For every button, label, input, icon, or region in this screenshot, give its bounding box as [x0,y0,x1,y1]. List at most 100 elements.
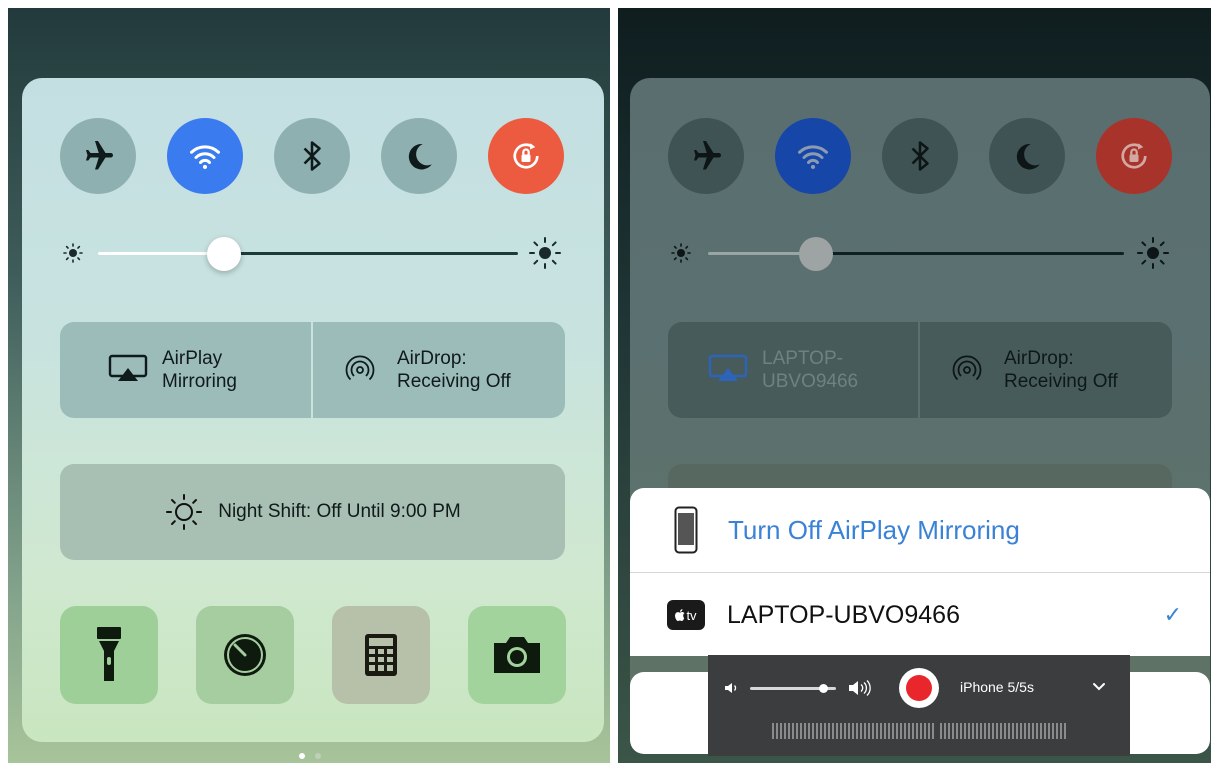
do-not-disturb-toggle[interactable] [381,118,457,194]
page-dot-active[interactable] [299,753,305,759]
brightness-low-icon [63,243,83,263]
left-control-center: AirPlay Mirroring AirDrop: Receiving Off… [8,8,610,763]
volume-knob[interactable] [819,684,828,693]
waveform-tick [824,723,826,739]
waveform-tick [1028,723,1030,739]
camera-icon [494,637,540,673]
airplane-icon [694,141,721,170]
waveform-tick [828,723,830,739]
waveform-tick [1008,723,1010,739]
waveform-tick [1000,723,1002,739]
airplay-mirroring-button[interactable]: AirPlay Mirroring [60,322,311,418]
page-dot[interactable] [315,753,321,759]
screen-recorder-toolbar: iPhone 5/5s [708,655,1130,756]
waveform-tick [968,723,970,739]
waveform-tick [1036,723,1038,739]
brightness-slider-knob[interactable] [207,237,241,271]
waveform-tick [904,723,906,739]
rotation-lock-toggle[interactable] [1096,118,1172,194]
iphone-icon [674,506,698,554]
waveform-tick [996,723,998,739]
calculator-button[interactable] [332,606,430,704]
airdrop-label-line1: AirDrop: [1004,348,1074,369]
waveform-tick [892,723,894,739]
device-row-laptop[interactable]: tv LAPTOP-UBVO9466 ✓ [630,573,1210,656]
airplay-device-line1: LAPTOP- [762,348,843,369]
waveform-tick [1004,723,1006,739]
waveform-tick [884,723,886,739]
waveform-tick [772,723,774,739]
moon-icon [408,143,432,170]
airplane-icon [86,141,113,170]
chevron-down-icon[interactable] [1092,682,1106,692]
do-not-disturb-toggle[interactable] [989,118,1065,194]
waveform-tick [932,723,934,739]
night-shift-button[interactable]: Night Shift: Off Until 9:00 PM [60,464,565,560]
brightness-slider-knob[interactable] [799,237,833,271]
wifi-icon [190,145,220,170]
wifi-toggle[interactable] [775,118,851,194]
airplane-mode-toggle[interactable] [668,118,744,194]
waveform-tick [912,723,914,739]
waveform-tick [1056,723,1058,739]
timer-button[interactable] [196,606,294,704]
waveform-tick [956,723,958,739]
brightness-high-icon [1137,237,1169,269]
waveform-tick [888,723,890,739]
waveform-tick [816,723,818,739]
waveform-tick [988,723,990,739]
control-center-card: AirPlay Mirroring AirDrop: Receiving Off… [22,78,604,742]
waveform-tick [880,723,882,739]
waveform-tick [964,723,966,739]
waveform-tick [804,723,806,739]
brightness-track-empty [816,252,1124,255]
apple-tv-badge: tv [667,600,705,630]
waveform-tick [1020,723,1022,739]
waveform-tick [776,723,778,739]
airdrop-label-line1: AirDrop: [397,348,467,369]
apple-tv-label: tv [686,607,697,623]
record-button[interactable] [899,668,939,708]
night-shift-label: Night Shift: Off Until 9:00 PM [218,501,461,522]
waveform-tick [900,723,902,739]
bluetooth-toggle[interactable] [882,118,958,194]
wifi-toggle[interactable] [167,118,243,194]
camera-button[interactable] [468,606,566,704]
waveform-tick [792,723,794,739]
airplay-mirroring-button[interactable]: LAPTOP- UBVO9466 [668,322,918,418]
turn-off-airplay-row[interactable]: Turn Off AirPlay Mirroring [630,488,1210,572]
airdrop-button[interactable]: AirDrop: Receiving Off [920,322,1172,418]
moon-icon [1016,143,1040,170]
airdrop-button[interactable]: AirDrop: Receiving Off [313,322,565,418]
waveform-tick [808,723,810,739]
waveform-tick [812,723,814,739]
flashlight-button[interactable] [60,606,158,704]
selected-checkmark-icon: ✓ [1163,602,1182,627]
waveform-tick [820,723,822,739]
airplay-device-line2: UBVO9466 [762,371,859,392]
waveform-tick [980,723,982,739]
waveform-tick [916,723,918,739]
waveform-tick [800,723,802,739]
rotation-lock-icon [513,143,539,169]
waveform-tick [876,723,878,739]
waveform-tick [872,723,874,739]
turn-off-airplay-label: Turn Off AirPlay Mirroring [728,514,1020,545]
waveform-tick [1032,723,1034,739]
airplay-label-line2: Mirroring [162,371,237,392]
airplay-device-sheet: Turn Off AirPlay Mirroring tv LAPTOP-UBV… [630,488,1210,656]
waveform-tick [896,723,898,739]
rotation-lock-icon [1121,143,1147,169]
waveform-tick [940,723,942,739]
waveform-tick [1024,723,1026,739]
waveform-tick [972,723,974,739]
bluetooth-toggle[interactable] [274,118,350,194]
waveform-tick [860,723,862,739]
waveform-tick [836,723,838,739]
airplane-mode-toggle[interactable] [60,118,136,194]
calculator-icon [365,634,397,676]
waveform-tick [1016,723,1018,739]
waveform-tick [984,723,986,739]
rotation-lock-toggle[interactable] [488,118,564,194]
waveform-tick [976,723,978,739]
